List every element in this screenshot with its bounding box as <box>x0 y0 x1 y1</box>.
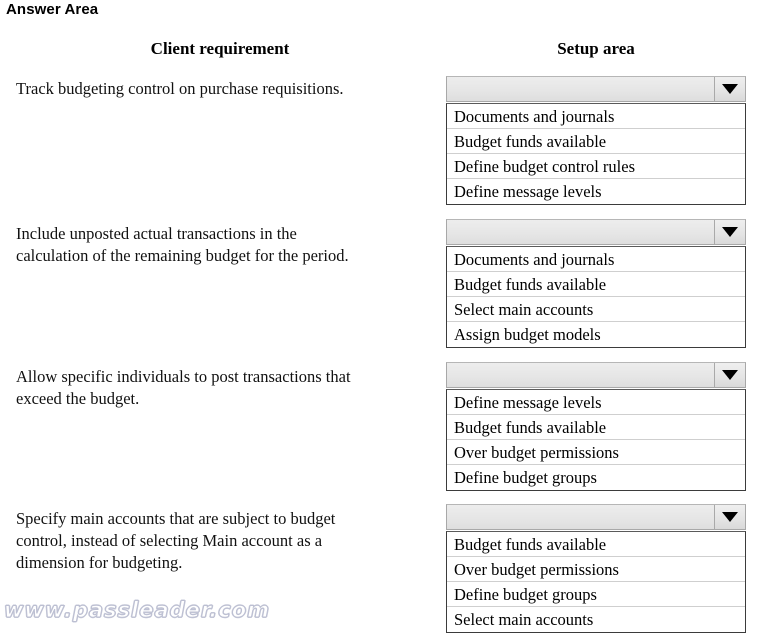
setup-area-combobox[interactable] <box>446 504 746 530</box>
client-requirement-text: Track budgeting control on purchase requ… <box>16 78 436 100</box>
setup-area-option-list: Budget funds available Over budget permis… <box>446 531 746 633</box>
chevron-down-icon[interactable] <box>714 220 745 244</box>
dropdown-option[interactable]: Define budget groups <box>447 465 745 490</box>
requirement-line: Specify main accounts that are subject t… <box>16 509 336 528</box>
dropdown-option[interactable]: Documents and journals <box>447 104 745 129</box>
requirement-line: Allow specific individuals to post trans… <box>16 367 351 386</box>
chevron-down-icon[interactable] <box>714 77 745 101</box>
setup-area-combobox[interactable] <box>446 362 746 388</box>
dropdown-option[interactable]: Over budget permissions <box>447 557 745 582</box>
setup-area-option-list: Define message levels Budget funds availa… <box>446 389 746 491</box>
dropdown-option[interactable]: Documents and journals <box>447 247 745 272</box>
combobox-selected-value <box>447 505 714 529</box>
requirement-line: exceed the budget. <box>16 389 140 408</box>
column-header-client-requirement: Client requirement <box>150 39 290 58</box>
dropdown-option[interactable]: Budget funds available <box>447 415 745 440</box>
dropdown-option[interactable]: Over budget permissions <box>447 440 745 465</box>
requirement-line: dimension for budgeting. <box>16 553 183 572</box>
dropdown-option[interactable]: Select main accounts <box>447 297 745 322</box>
dropdown-option[interactable]: Budget funds available <box>447 129 745 154</box>
dropdown-option[interactable]: Budget funds available <box>447 532 745 557</box>
setup-area-combobox[interactable] <box>446 76 746 102</box>
requirement-line: control, instead of selecting Main accou… <box>16 531 323 550</box>
dropdown-option[interactable]: Budget funds available <box>447 272 745 297</box>
chevron-down-glyph <box>722 370 738 380</box>
dropdown-option[interactable]: Select main accounts <box>447 607 745 632</box>
dropdown-option[interactable]: Define budget control rules <box>447 154 745 179</box>
dropdown-option[interactable]: Assign budget models <box>447 322 745 347</box>
setup-area-combobox[interactable] <box>446 219 746 245</box>
client-requirement-text: Allow specific individuals to post trans… <box>16 366 436 410</box>
setup-area-dropdown-group: Define message levels Budget funds availa… <box>446 362 746 491</box>
setup-area-dropdown-group: Budget funds available Over budget permis… <box>446 504 746 633</box>
combobox-selected-value <box>447 77 714 101</box>
client-requirement-text: Specify main accounts that are subject t… <box>16 508 436 574</box>
requirement-line: Track budgeting control on purchase requ… <box>16 79 344 98</box>
chevron-down-icon[interactable] <box>714 505 745 529</box>
chevron-down-icon[interactable] <box>714 363 745 387</box>
setup-area-dropdown-group: Documents and journals Budget funds avail… <box>446 219 746 348</box>
chevron-down-glyph <box>722 227 738 237</box>
dropdown-option[interactable]: Define message levels <box>447 390 745 415</box>
chevron-down-glyph <box>722 84 738 94</box>
client-requirement-text: Include unposted actual transactions in … <box>16 223 436 267</box>
column-header-setup-area: Setup area <box>557 39 635 58</box>
chevron-down-glyph <box>722 512 738 522</box>
setup-area-option-list: Documents and journals Budget funds avail… <box>446 103 746 205</box>
page-title: Answer Area <box>6 1 99 18</box>
requirement-line: Include unposted actual transactions in … <box>16 224 297 243</box>
dropdown-option[interactable]: Define budget groups <box>447 582 745 607</box>
setup-area-dropdown-group: Documents and journals Budget funds avail… <box>446 76 746 205</box>
combobox-selected-value <box>447 363 714 387</box>
site-watermark: www.passleader.com <box>3 598 271 623</box>
setup-area-option-list: Documents and journals Budget funds avail… <box>446 246 746 348</box>
combobox-selected-value <box>447 220 714 244</box>
requirement-line: calculation of the remaining budget for … <box>16 246 349 265</box>
dropdown-option[interactable]: Define message levels <box>447 179 745 204</box>
